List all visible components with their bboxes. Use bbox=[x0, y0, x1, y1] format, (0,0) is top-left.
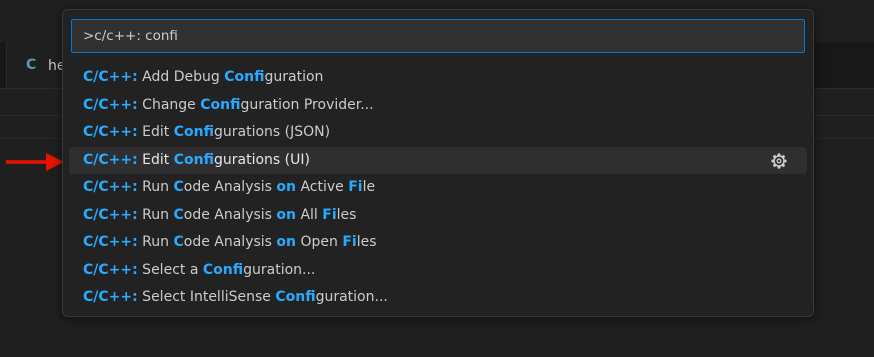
command-item[interactable]: C/C++: Change Configuration Provider... bbox=[69, 92, 807, 120]
command-label-text: Select IntelliSense bbox=[137, 289, 276, 305]
match-highlight: on bbox=[276, 206, 297, 223]
command-label-text: guration... bbox=[315, 289, 388, 305]
command-label-text: Active bbox=[296, 179, 349, 195]
command-item[interactable]: C/C++: Edit Configurations (UI) bbox=[69, 146, 807, 174]
command-item[interactable]: C/C++: Select IntelliSense Configuration… bbox=[69, 284, 807, 312]
match-highlight: C/C++: bbox=[83, 289, 138, 305]
gear-icon[interactable] bbox=[771, 152, 787, 169]
command-label-text: Run bbox=[137, 179, 174, 195]
command-label-text: les bbox=[356, 234, 377, 250]
match-highlight: Confi bbox=[200, 96, 241, 113]
match-highlight: on bbox=[276, 234, 297, 250]
match-highlight: C bbox=[173, 179, 184, 195]
command-label-text: ode Analysis bbox=[183, 179, 277, 195]
match-highlight: on bbox=[276, 179, 297, 195]
match-highlight: Confi bbox=[224, 69, 265, 85]
match-highlight: C/C++: bbox=[83, 206, 138, 223]
command-palette: C/C++: Add Debug ConfigurationC/C++: Cha… bbox=[62, 9, 814, 317]
command-item[interactable]: C/C++: Run Code Analysis on All Files bbox=[69, 202, 807, 230]
command-label-text: Edit bbox=[137, 124, 174, 140]
command-label-text: guration bbox=[264, 69, 324, 85]
match-highlight: C bbox=[173, 234, 184, 250]
match-highlight: Fi bbox=[348, 179, 363, 195]
command-label-text: gurations (JSON) bbox=[214, 124, 331, 140]
command-label-text: Edit bbox=[137, 151, 174, 168]
command-item[interactable]: C/C++: Add Debug Configuration bbox=[69, 64, 807, 92]
match-highlight: Confi bbox=[173, 151, 214, 168]
command-item[interactable]: C/C++: Run Code Analysis on Open Files bbox=[69, 229, 807, 257]
match-highlight: Fi bbox=[342, 234, 357, 250]
command-label-text: gurations (UI) bbox=[214, 151, 310, 168]
command-label-text: les bbox=[336, 206, 357, 223]
match-highlight: C/C++: bbox=[83, 234, 138, 250]
command-label-text: Run bbox=[137, 234, 174, 250]
match-highlight: C/C++: bbox=[83, 151, 138, 168]
match-highlight: Confi bbox=[275, 289, 316, 305]
match-highlight: C/C++: bbox=[83, 179, 138, 195]
command-label-text: guration... bbox=[243, 261, 316, 278]
command-label-text: ode Analysis bbox=[183, 206, 277, 223]
match-highlight: C/C++: bbox=[83, 261, 138, 278]
command-item[interactable]: C/C++: Edit Configurations (JSON) bbox=[69, 119, 807, 147]
command-palette-list: C/C++: Add Debug Configuration C/C++: Cha… bbox=[69, 64, 807, 312]
match-highlight: Confi bbox=[173, 124, 214, 140]
match-highlight: C/C++: bbox=[83, 69, 138, 85]
match-highlight: C/C++: bbox=[83, 96, 138, 113]
command-palette-input[interactable] bbox=[71, 19, 805, 53]
red-arrow-icon bbox=[6, 153, 64, 171]
command-label-text: Change bbox=[137, 96, 201, 113]
command-label-text: Open bbox=[296, 234, 343, 250]
match-highlight: Fi bbox=[322, 206, 337, 223]
command-label-text: le bbox=[362, 179, 376, 195]
c-file-icon: C bbox=[26, 57, 37, 73]
command-label-text: Run bbox=[137, 206, 174, 223]
command-item[interactable]: C/C++: Select a Configuration... bbox=[69, 257, 807, 285]
match-highlight: Confi bbox=[202, 261, 244, 278]
match-highlight: C/C++: bbox=[83, 124, 138, 140]
command-label-text: Select a bbox=[137, 261, 203, 278]
command-label-text: ode Analysis bbox=[183, 234, 277, 250]
command-label-text: Add Debug bbox=[137, 69, 225, 85]
match-highlight: C bbox=[173, 206, 184, 223]
command-label-text: All bbox=[296, 206, 323, 223]
command-label-text: guration Provider... bbox=[240, 96, 374, 113]
command-item[interactable]: C/C++: Run Code Analysis on Active File bbox=[69, 174, 807, 202]
